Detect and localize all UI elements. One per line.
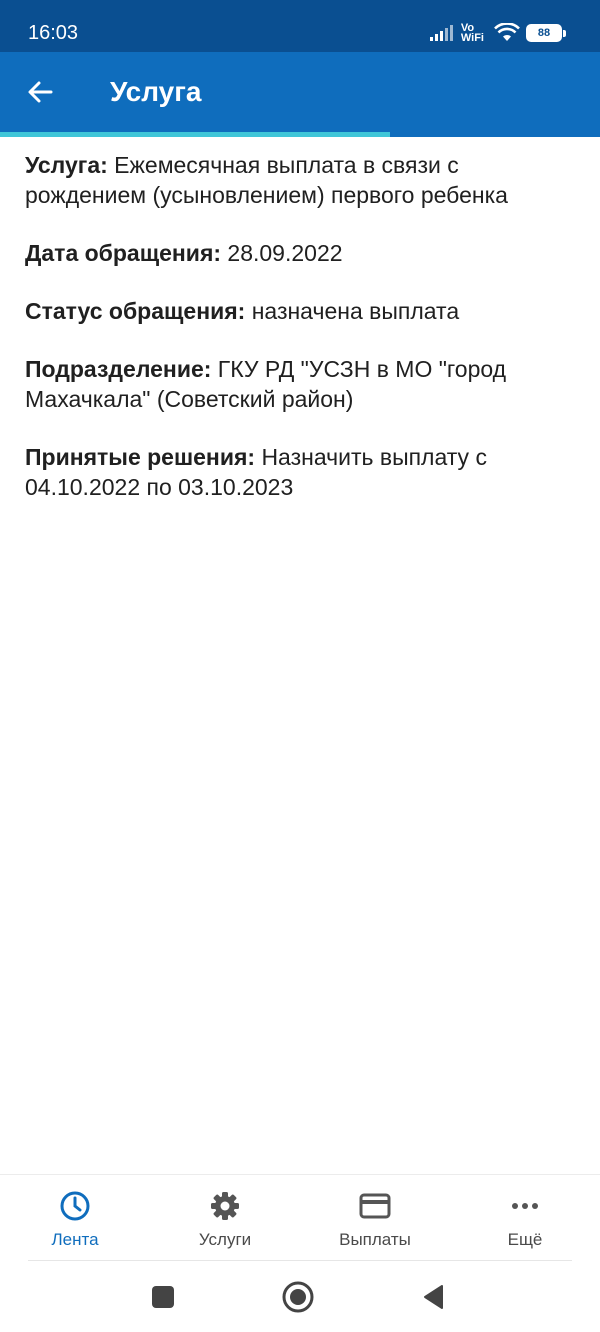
- status-bar: 16:03 Vo WiFi 88: [0, 0, 600, 52]
- battery-indicator: 88: [526, 24, 566, 42]
- more-dots-icon: [508, 1189, 542, 1223]
- battery-level: 88: [526, 24, 562, 42]
- signal-icon: [429, 25, 453, 41]
- bottom-navigation: Лента Услуги Выплаты Ещё: [0, 1174, 600, 1262]
- nav-label: Лента: [51, 1230, 99, 1249]
- recent-apps-button[interactable]: [146, 1280, 180, 1314]
- loading-progress-fill: [0, 132, 390, 137]
- loading-progress-bar: [0, 132, 600, 137]
- field-label: Принятые решения:: [25, 444, 256, 470]
- card-icon: [358, 1189, 392, 1223]
- field-label: Подразделение:: [25, 356, 212, 382]
- screen: 16:03 Vo WiFi 88 Услуга Услуга: Ежемесяч…: [0, 0, 600, 1332]
- field-request-date: Дата обращения: 28.09.2022: [25, 238, 575, 268]
- field-request-status: Статус обращения: назначена выплата: [25, 296, 575, 326]
- field-label: Дата обращения:: [25, 240, 222, 266]
- status-time: 16:03: [28, 22, 79, 44]
- square-icon: [152, 1286, 174, 1308]
- nav-label: Услуги: [198, 1230, 252, 1249]
- field-value: 28.09.2022: [227, 240, 343, 266]
- page-title: Услуга: [110, 76, 202, 107]
- field-service: Услуга: Ежемесячная выплата в связи с ро…: [25, 150, 575, 210]
- nav-item-feed[interactable]: Лента: [0, 1175, 150, 1262]
- home-button[interactable]: [281, 1280, 315, 1314]
- battery-cap: [563, 29, 566, 37]
- home-circle-icon: [282, 1281, 314, 1313]
- vowifi-bottom: WiFi: [460, 32, 484, 44]
- field-label: Услуга:: [25, 152, 108, 178]
- back-button[interactable]: [20, 72, 60, 112]
- vowifi-indicator: Vo WiFi: [460, 23, 484, 44]
- field-label: Статус обращения:: [25, 298, 246, 324]
- nav-label: Ещё: [507, 1230, 543, 1249]
- system-navigation: [0, 1262, 600, 1332]
- nav-item-more[interactable]: Ещё: [450, 1175, 600, 1262]
- field-value: назначена выплата: [251, 298, 460, 324]
- nav-label: Выплаты: [339, 1230, 411, 1249]
- status-icons: Vo WiFi 88: [429, 20, 566, 46]
- field-decisions: Принятые решения: Назначить выплату с 04…: [25, 442, 575, 502]
- clock-icon: [58, 1189, 92, 1223]
- field-department: Подразделение: ГКУ РД "УСЗН в МО "город …: [25, 354, 575, 414]
- wifi-icon: [494, 23, 520, 41]
- nav-item-payments[interactable]: Выплаты: [300, 1175, 450, 1262]
- triangle-back-icon: [424, 1285, 443, 1309]
- arrow-left-icon: [28, 81, 53, 103]
- app-bar: Услуга: [0, 52, 600, 132]
- nav-item-services[interactable]: Услуги: [150, 1175, 300, 1262]
- gear-icon: [208, 1189, 242, 1223]
- nav-divider: [28, 1260, 572, 1261]
- back-system-button[interactable]: [416, 1280, 450, 1314]
- service-details: Услуга: Ежемесячная выплата в связи с ро…: [25, 150, 575, 530]
